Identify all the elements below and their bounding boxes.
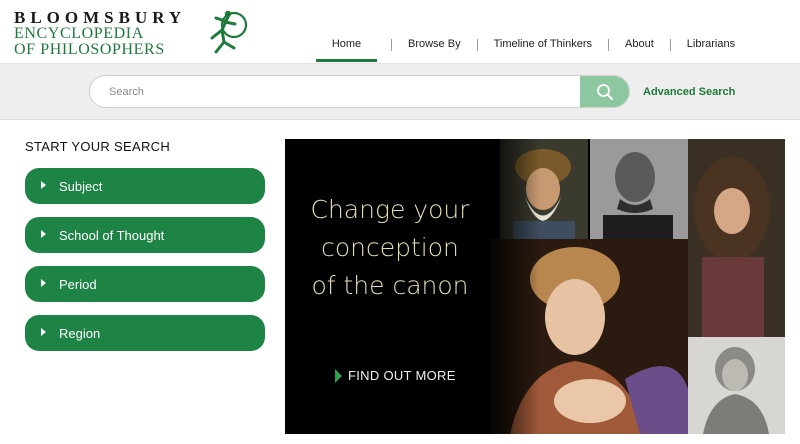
find-out-more-link[interactable]: FIND OUT MORE [335, 368, 456, 383]
banner-headline-line: Change your [310, 195, 470, 224]
play-arrow-icon [335, 368, 342, 383]
facet-label: Period [59, 276, 97, 292]
cta-label: FIND OUT MORE [348, 368, 456, 383]
nav-home[interactable]: Home [316, 28, 377, 62]
caret-right-icon [41, 181, 46, 189]
caret-right-icon [41, 328, 46, 336]
banner-headline-line: of the canon [311, 271, 469, 300]
nav-timeline-of-thinkers[interactable]: Timeline of Thinkers [494, 28, 592, 62]
facet-label: Subject [59, 178, 103, 194]
banner-headline: Change your conception of the canon [285, 191, 495, 305]
brand-title-line2: OF PHILOSOPHERS [14, 41, 165, 58]
facet-school-of-thought-button[interactable]: School of Thought [25, 217, 265, 253]
nav-divider [476, 39, 478, 51]
nav-librarians[interactable]: Librarians [687, 28, 735, 62]
facet-period-button[interactable]: Period [25, 266, 265, 302]
search-box [89, 75, 630, 108]
nav-divider [669, 39, 671, 51]
nav-divider [608, 39, 610, 51]
search-icon [596, 83, 613, 100]
nav-about[interactable]: About [625, 28, 654, 62]
page: BLOOMSBURY ENCYCLOPEDIA OF PHILOSOPHERS … [0, 0, 800, 444]
facet-subject-button[interactable]: Subject [25, 168, 265, 204]
banner-headline-line: conception [321, 233, 459, 262]
facet-region-button[interactable]: Region [25, 315, 265, 351]
facet-label: School of Thought [59, 227, 165, 243]
search-button[interactable] [580, 76, 629, 107]
nav-browse-by[interactable]: Browse By [408, 28, 461, 62]
search-input[interactable] [90, 76, 580, 107]
site-header: BLOOMSBURY ENCYCLOPEDIA OF PHILOSOPHERS … [0, 0, 800, 64]
nav-divider [391, 39, 392, 51]
caret-right-icon [41, 279, 46, 287]
advanced-search-link[interactable]: Advanced Search [643, 86, 735, 98]
caret-right-icon [41, 230, 46, 238]
dancing-figure-logo-icon [210, 10, 248, 54]
start-search-heading: START YOUR SEARCH [25, 139, 171, 154]
facet-label: Region [59, 325, 101, 341]
promo-banner[interactable]: Change your conception of the canon FIND… [285, 139, 785, 434]
search-band: Advanced Search [0, 64, 800, 120]
main-nav: Home Browse By Timeline of Thinkers Abou… [316, 28, 735, 62]
